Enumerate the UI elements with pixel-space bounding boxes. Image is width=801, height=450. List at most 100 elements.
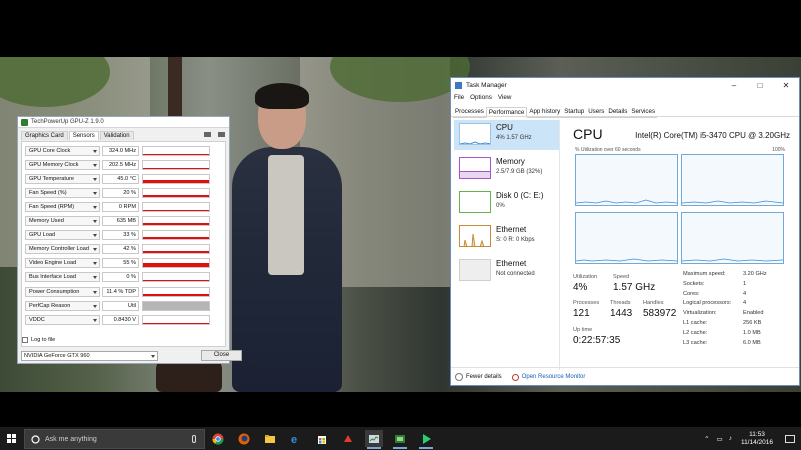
sensor-label-dropdown[interactable]: GPU Temperature	[25, 173, 100, 184]
gpu-select[interactable]: NVIDIA GeForce GTX 960	[21, 351, 158, 361]
red-app-icon[interactable]	[339, 430, 357, 447]
threads-value: 1443	[610, 308, 633, 319]
resource-list: CPU 4% 1.57 GHz Memory 2.5/7.9 GB (32%) …	[454, 120, 560, 370]
gpuz-icon[interactable]	[391, 430, 409, 449]
sensor-label-dropdown[interactable]: Memory Used	[25, 216, 100, 226]
tab-validation[interactable]: Validation	[99, 131, 134, 140]
gpuz-titlebar[interactable]: TechPowerUp GPU-Z 1.9.0	[18, 117, 229, 128]
tab-sensors[interactable]: Sensors	[68, 131, 99, 140]
file-explorer-icon[interactable]	[261, 430, 279, 447]
fewer-details-button[interactable]: Fewer details	[455, 373, 502, 381]
sensor-value: Util	[102, 300, 139, 311]
close-button[interactable]: Close	[201, 350, 242, 361]
sensor-row: VDDC 0.8430 V	[25, 314, 224, 325]
chevron-down-icon	[93, 220, 97, 223]
chevron-down-icon	[93, 304, 97, 308]
sensor-graph-fill	[143, 237, 209, 240]
sensor-row: Memory Controller Load 42 %	[25, 244, 224, 255]
log-to-file-checkbox[interactable]	[22, 337, 28, 343]
sensor-label-dropdown[interactable]: GPU Core Clock	[25, 145, 100, 156]
search-box[interactable]: Ask me anything	[24, 429, 205, 449]
edge-icon[interactable]: e	[287, 430, 305, 447]
sensor-graph	[142, 314, 210, 325]
sensor-graph-fill	[143, 179, 209, 183]
sensor-value: 45.0 °C	[102, 173, 139, 184]
sensor-value: 55 %	[102, 258, 139, 269]
store-icon[interactable]	[313, 430, 331, 447]
open-resource-monitor-label: Open Resource Monitor	[521, 374, 586, 380]
sensor-value: 20 %	[102, 187, 139, 198]
clock-date: 11/14/2016	[740, 438, 773, 446]
spec-key: Sockets:	[683, 280, 705, 287]
sensor-label-dropdown[interactable]: GPU Memory Clock	[25, 159, 100, 170]
sensor-graph-fill	[143, 322, 209, 324]
chevron-down-icon	[93, 290, 97, 294]
chevron-down-icon	[151, 355, 155, 358]
sensor-label-dropdown[interactable]: Power Consumption	[25, 286, 100, 297]
tab-graphics-card[interactable]: Graphics Card	[21, 131, 68, 140]
minimize-button[interactable]: –	[721, 78, 747, 93]
spec-value: 1	[743, 280, 747, 287]
tm-menubar: File Options View	[454, 94, 511, 101]
gpuz-window[interactable]: TechPowerUp GPU-Z 1.9.0 Graphics Card Se…	[17, 116, 242, 364]
sensor-label-dropdown[interactable]: VDDC	[25, 314, 100, 325]
sensor-label-dropdown[interactable]: Fan Speed (%)	[25, 187, 100, 198]
cpu-core-graph	[681, 154, 784, 206]
sensor-label-dropdown[interactable]: GPU Load	[25, 230, 100, 241]
sensor-label: Bus Interface Load	[29, 274, 76, 281]
volume-icon[interactable]: ♪	[726, 435, 735, 442]
microphone-icon[interactable]	[192, 435, 196, 443]
sensor-label-dropdown[interactable]: Video Engine Load	[25, 258, 100, 269]
resource-memory[interactable]: Memory 2.5/7.9 GB (32%)	[454, 154, 559, 184]
cpu-core-graph	[681, 212, 784, 264]
sensor-graph-fill	[143, 209, 209, 211]
sensor-value: 0 %	[102, 272, 139, 283]
resource-ethernet-1[interactable]: Ethernet S: 0 R: 0 Kbps	[454, 222, 559, 252]
sensor-label-dropdown[interactable]: Memory Controller Load	[25, 244, 100, 255]
util-caption: % Utilization over 60 seconds	[575, 147, 641, 153]
cpu-core-graph	[575, 154, 678, 206]
ethernet-thumbnail	[459, 225, 491, 247]
open-resource-monitor-link[interactable]: Open Resource Monitor	[511, 373, 586, 381]
resource-disk[interactable]: Disk 0 (C: E:) 0%	[454, 188, 559, 218]
spec-value: 6.0 MB	[743, 339, 761, 346]
spec-key: L1 cache:	[683, 320, 708, 326]
memory-thumbnail	[459, 157, 491, 179]
sensor-label-dropdown[interactable]: Bus Interface Load	[25, 272, 100, 283]
chrome-icon[interactable]	[209, 430, 227, 447]
sensor-label-dropdown[interactable]: PerfCap Reason	[25, 300, 100, 311]
notifications-icon[interactable]	[785, 434, 795, 443]
network-icon[interactable]: ▭	[714, 435, 726, 443]
sensor-graph	[142, 258, 210, 269]
close-window-button[interactable]: ✕	[773, 78, 799, 93]
firefox-icon[interactable]	[235, 430, 253, 447]
sensor-graph-fill	[143, 223, 209, 225]
clock-time: 11:53	[749, 430, 765, 438]
menu-file[interactable]: File	[454, 94, 464, 101]
spec-key: Virtualization:	[683, 310, 717, 317]
spec-row: Sockets: 1	[683, 281, 746, 287]
task-manager-window[interactable]: Task Manager – □ ✕ File Options View Pro…	[450, 77, 800, 386]
camera-icon[interactable]	[204, 132, 211, 137]
menu-view[interactable]: View	[498, 94, 512, 101]
menu-options[interactable]: Options	[470, 94, 492, 101]
spec-value: 4	[743, 300, 747, 307]
sensor-value: 11.4 % TDP	[102, 286, 139, 297]
sensor-value: 33 %	[102, 230, 139, 241]
task-manager-app-icon[interactable]	[365, 430, 383, 449]
resource-ethernet-2[interactable]: Ethernet Not connected	[454, 256, 559, 286]
resource-cpu[interactable]: CPU 4% 1.57 GHz	[454, 120, 559, 150]
menu-icon[interactable]	[218, 132, 225, 137]
svg-text:e: e	[291, 434, 297, 445]
chevron-up-icon[interactable]: ⌃	[700, 435, 713, 443]
sensor-row: Power Consumption 11.4 % TDP	[25, 286, 224, 297]
media-player-icon[interactable]	[417, 430, 435, 449]
sensor-label-dropdown[interactable]: Fan Speed (RPM)	[25, 201, 100, 212]
ethernet-disconnected-thumbnail	[459, 259, 491, 281]
chevron-down-icon	[93, 177, 97, 181]
clock[interactable]: 11:53 11/14/2016	[735, 431, 779, 447]
chevron-down-icon	[93, 318, 97, 322]
sensor-graph-fill	[143, 293, 209, 296]
maximize-button[interactable]: □	[747, 78, 773, 93]
start-button[interactable]	[0, 427, 23, 450]
